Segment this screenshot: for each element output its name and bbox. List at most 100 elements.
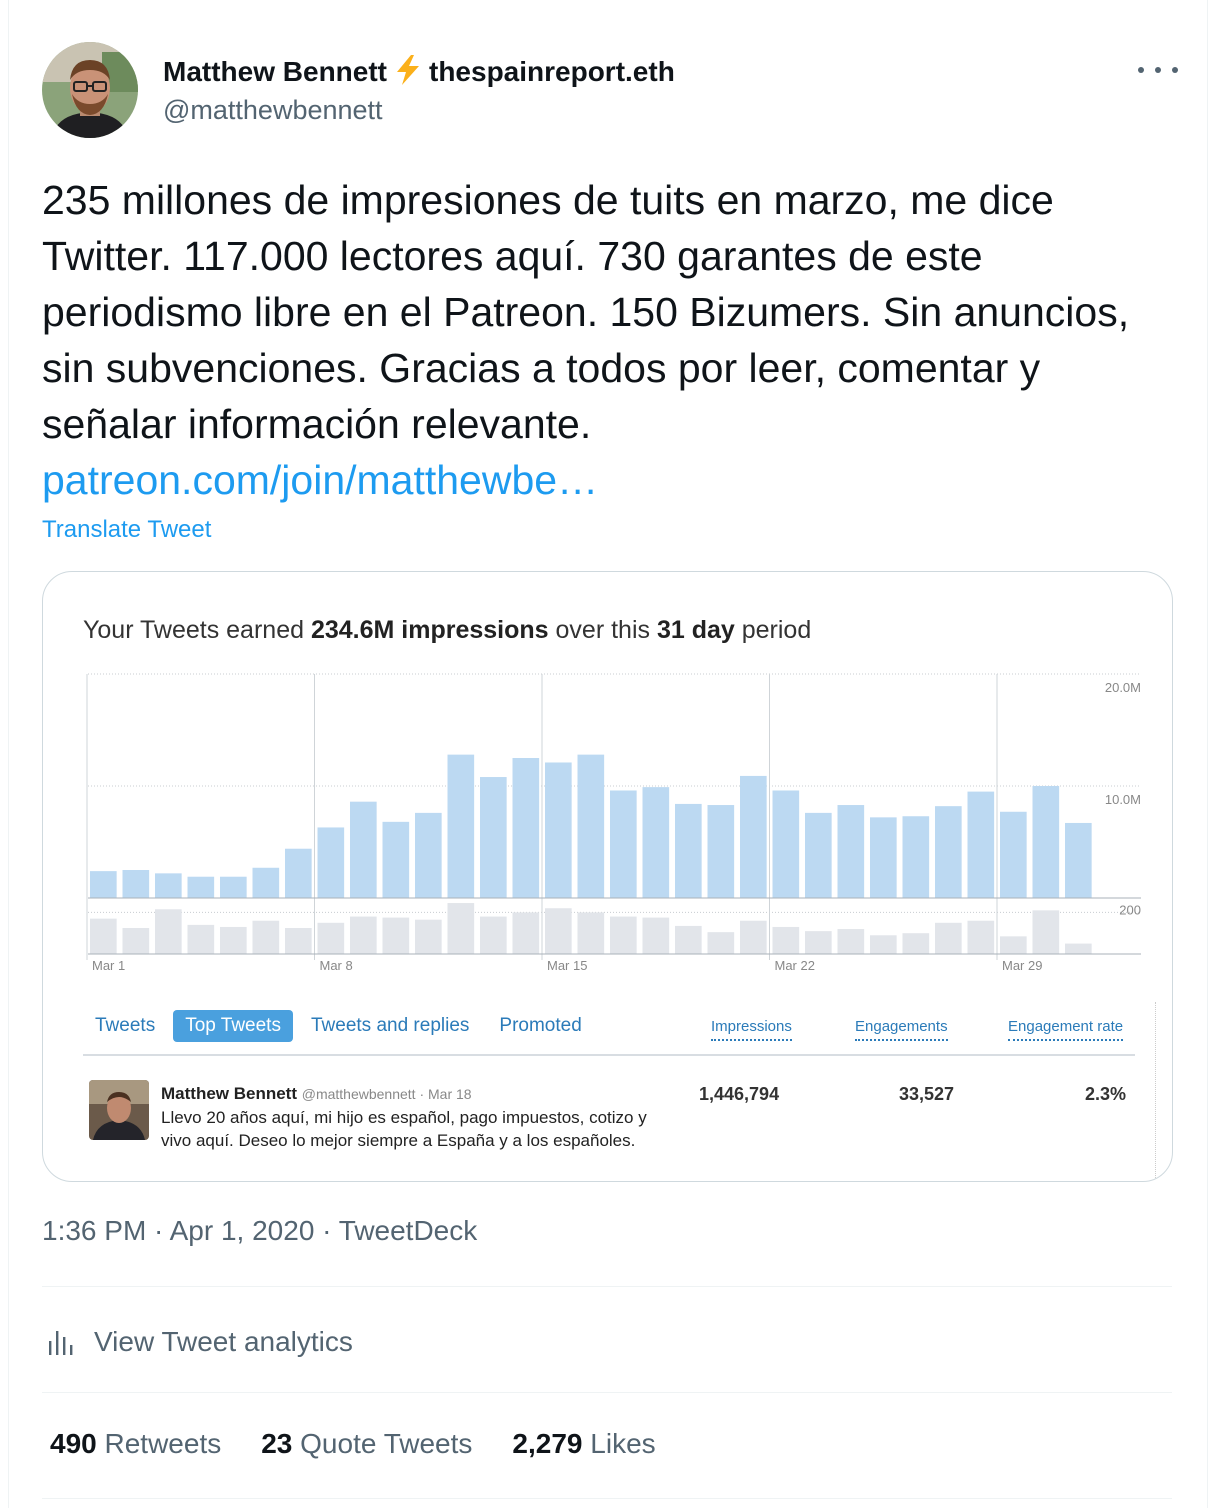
impressions-bar: [610, 790, 637, 898]
impressions-bar: [1000, 811, 1027, 898]
likes-label: Likes: [590, 1428, 656, 1459]
author-name-line[interactable]: Matthew Bennett thespainreport.eth: [163, 54, 675, 88]
top-tweet-header: Matthew Bennett @matthewbennett · Mar 18: [161, 1084, 472, 1104]
likes-stat[interactable]: 2,279 Likes: [512, 1428, 655, 1460]
impressions-bar: [285, 848, 312, 898]
tweet-stats: 490 Retweets 23 Quote Tweets 2,279 Likes: [50, 1428, 696, 1460]
tweet-timestamp[interactable]: 1:36 PM · Apr 1, 2020 · TweetDeck: [42, 1215, 477, 1247]
top-tweet-impressions: 1,446,794: [699, 1084, 780, 1104]
engagements-bar: [1000, 936, 1027, 954]
engagements-bar: [740, 920, 767, 954]
tweet-link[interactable]: patreon.com/join/matthewbe…: [42, 457, 598, 503]
x-tick-label: Mar 15: [547, 958, 587, 973]
impressions-bar: [155, 873, 182, 898]
engagements-bar: [675, 925, 702, 954]
divider-2: [42, 1392, 1172, 1393]
engagements-bar: [122, 928, 150, 954]
impressions-bar: [902, 816, 930, 898]
y-tick-label: 10.0M: [1105, 792, 1141, 807]
tweet-media-image[interactable]: Your Tweets earned 234.6M impressions ov…: [42, 571, 1173, 1182]
column-impressions[interactable]: Impressions: [711, 1018, 792, 1041]
divider-1: [42, 1286, 1172, 1287]
top-tweet-engagements: 33,527: [899, 1084, 955, 1104]
y-tick-label-bottom: 200: [1119, 902, 1141, 917]
impressions-bar: [317, 827, 345, 898]
engagements-bar: [350, 916, 377, 954]
tab-tweets-and-replies[interactable]: Tweets and replies: [299, 1010, 481, 1042]
author-avatar[interactable]: [42, 42, 138, 138]
engagements-bar: [447, 903, 475, 954]
author-name[interactable]: Matthew Bennett: [163, 56, 387, 87]
engagements-bar: [1032, 910, 1060, 954]
top-tweet-author[interactable]: Matthew Bennett: [161, 1084, 297, 1103]
tab-promoted[interactable]: Promoted: [487, 1010, 593, 1042]
engagements-bar: [610, 916, 637, 954]
x-tick-label: Mar 29: [1002, 958, 1042, 973]
impressions-bar: [545, 762, 572, 898]
impressions-bar: [967, 791, 995, 898]
engagements-bar: [805, 931, 832, 954]
engagements-bar: [512, 912, 540, 954]
engagements-bar: [415, 919, 442, 954]
engagements-bar: [90, 918, 117, 954]
view-analytics-label[interactable]: View Tweet analytics: [94, 1326, 353, 1358]
tab-tweets[interactable]: Tweets: [83, 1010, 167, 1042]
more-options-icon[interactable]: [1138, 56, 1178, 84]
impressions-bar: [675, 803, 702, 898]
impressions-bar: [382, 821, 410, 898]
tweet-tabs: Tweets Top Tweets Tweets and replies Pro…: [83, 1008, 600, 1044]
engagements-bar: [545, 908, 572, 954]
impressions-bar: [837, 805, 865, 898]
impressions-bar: [350, 801, 377, 898]
engagements-bar: [317, 922, 345, 954]
engagements-bar: [967, 920, 995, 954]
engagements-bar: [772, 926, 800, 954]
engagements-bar: [252, 920, 280, 954]
engagements-bar: [155, 909, 182, 954]
impressions-bar: [805, 812, 832, 898]
tweet-text: 235 millones de impresiones de tuits en …: [42, 177, 1130, 447]
retweets-stat[interactable]: 490 Retweets: [50, 1428, 221, 1460]
impressions-bar: [252, 867, 280, 898]
author-name-suffix[interactable]: thespainreport.eth: [429, 56, 675, 87]
impressions-chart: 20.0M 10.0M 200 Mar 1 Mar 8 Mar 15 Mar 22 Mar 2…: [86, 673, 1141, 973]
impressions-bar: [1065, 822, 1092, 898]
top-tweet-text: Llevo 20 años aquí, mi hijo es español, …: [161, 1108, 647, 1150]
impressions-bar: [740, 775, 767, 898]
impressions-bar: [220, 876, 247, 898]
column-engagements[interactable]: Engagements: [855, 1018, 948, 1041]
top-tweet-engagement-rate: 2.3%: [1085, 1084, 1127, 1104]
retweets-label: Retweets: [104, 1428, 222, 1459]
impressions-bar: [447, 754, 475, 898]
quote-tweets-label: Quote Tweets: [300, 1428, 473, 1459]
view-analytics-link[interactable]: View Tweet analytics: [42, 1320, 353, 1364]
impressions-bar: [480, 777, 507, 898]
translate-tweet-link[interactable]: Translate Tweet: [42, 516, 211, 544]
impressions-bar: [707, 805, 735, 898]
engagements-bar: [382, 917, 410, 954]
quote-tweets-stat[interactable]: 23 Quote Tweets: [261, 1428, 472, 1460]
y-tick-label: 20.0M: [1105, 680, 1141, 695]
impressions-bar: [90, 871, 117, 898]
impressions-bar: [935, 806, 962, 898]
card-divider: [1155, 1002, 1157, 1181]
x-tick-label: Mar 8: [320, 958, 353, 973]
engagements-bar: [707, 932, 735, 954]
tab-top-tweets[interactable]: Top Tweets: [173, 1010, 293, 1042]
impressions-bar: [415, 812, 442, 898]
author-handle[interactable]: @matthewbennett: [163, 95, 383, 126]
engagements-bar: [837, 929, 865, 954]
lightning-bolt-icon: [393, 54, 423, 86]
retweets-count: 490: [50, 1428, 97, 1459]
column-engagement-rate[interactable]: Engagement rate: [1008, 1018, 1124, 1041]
top-tweet-avatar: [89, 1080, 149, 1140]
engagements-bar: [480, 916, 507, 954]
likes-count: 2,279: [512, 1428, 583, 1459]
impressions-bar: [1032, 786, 1060, 898]
engagements-bar: [642, 917, 670, 954]
impressions-bar: [122, 870, 150, 898]
engagements-bar: [577, 912, 605, 954]
engagements-bar: [870, 935, 897, 954]
quote-tweets-count: 23: [261, 1428, 293, 1459]
impressions-bar: [577, 754, 605, 898]
